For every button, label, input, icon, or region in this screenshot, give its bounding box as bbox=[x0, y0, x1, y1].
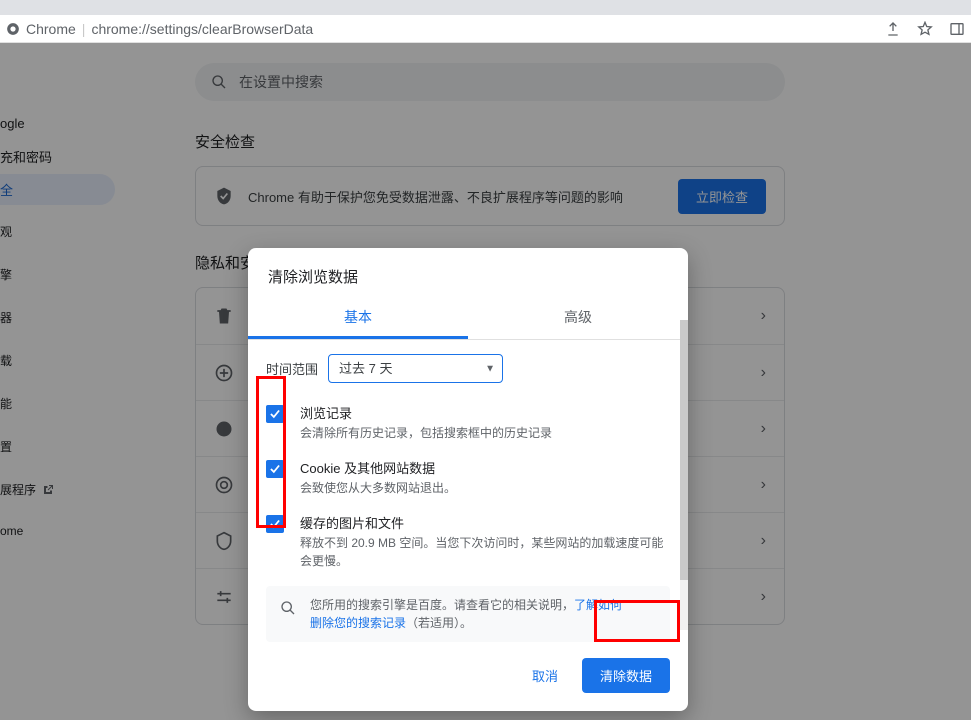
share-icon[interactable] bbox=[885, 21, 901, 37]
clear-data-button[interactable]: 清除数据 bbox=[582, 658, 670, 693]
tab-advanced[interactable]: 高级 bbox=[468, 297, 688, 339]
dialog-tabs: 基本 高级 bbox=[248, 297, 688, 340]
time-range-select[interactable]: 过去 7 天 bbox=[328, 354, 503, 383]
side-panel-icon[interactable] bbox=[949, 21, 965, 37]
site-identity-label[interactable]: Chrome bbox=[26, 21, 76, 37]
tab-basic[interactable]: 基本 bbox=[248, 297, 468, 339]
clear-browsing-data-dialog: 清除浏览数据 基本 高级 时间范围 过去 7 天 ▼ bbox=[248, 248, 688, 711]
search-engine-info: 您所用的搜索引擎是百度。请查看它的相关说明，了解如何删除您的搜索记录（若适用）。 bbox=[266, 586, 670, 642]
option-title: 缓存的图片和文件 bbox=[300, 513, 670, 532]
option-title: 浏览记录 bbox=[300, 403, 552, 422]
time-range-row: 时间范围 过去 7 天 ▼ bbox=[266, 354, 670, 383]
option-desc: 会清除所有历史记录，包括搜索框中的历史记录 bbox=[300, 424, 552, 442]
option-browsing-history[interactable]: 浏览记录 会清除所有历史记录，包括搜索框中的历史记录 bbox=[266, 395, 670, 450]
info-text: 您所用的搜索引擎是百度。请查看它的相关说明，了解如何删除您的搜索记录（若适用）。 bbox=[310, 596, 630, 632]
option-desc: 会致使您从大多数网站退出。 bbox=[300, 479, 456, 497]
info-text-prefix: 您所用的搜索引擎是百度。请查看它的相关说明， bbox=[310, 598, 574, 612]
option-desc: 释放不到 20.9 MB 空间。当您下次访问时，某些网站的加载速度可能会更慢。 bbox=[300, 534, 670, 570]
url-text[interactable]: chrome://settings/clearBrowserData bbox=[91, 21, 313, 37]
settings-page: ogle 充和密码 全 观 擎 器 载 能 置 展程序 ome 在设置中搜索 安… bbox=[0, 43, 971, 720]
checkbox-checked-icon[interactable] bbox=[266, 515, 284, 533]
address-bar: Chrome | chrome://settings/clearBrowserD… bbox=[0, 15, 971, 43]
chrome-logo-icon bbox=[6, 22, 20, 36]
info-text-suffix: （若适用）。 bbox=[406, 616, 472, 630]
dialog-body: 时间范围 过去 7 天 ▼ 浏览记录 会清除所有历史记录，包括搜索框中的历史记录 bbox=[248, 340, 688, 642]
bookmark-star-icon[interactable] bbox=[917, 21, 933, 37]
search-icon bbox=[280, 600, 296, 632]
option-title: Cookie 及其他网站数据 bbox=[300, 458, 456, 477]
checkbox-list: 浏览记录 会清除所有历史记录，包括搜索框中的历史记录 Cookie 及其他网站数… bbox=[266, 395, 670, 578]
checkbox-checked-icon[interactable] bbox=[266, 460, 284, 478]
option-cached-files[interactable]: 缓存的图片和文件 释放不到 20.9 MB 空间。当您下次访问时，某些网站的加载… bbox=[266, 505, 670, 578]
cancel-button[interactable]: 取消 bbox=[518, 658, 572, 693]
tab-strip bbox=[0, 0, 971, 15]
option-cookies[interactable]: Cookie 及其他网站数据 会致使您从大多数网站退出。 bbox=[266, 450, 670, 505]
checkbox-checked-icon[interactable] bbox=[266, 405, 284, 423]
dialog-actions: 取消 清除数据 bbox=[248, 642, 688, 711]
dialog-title: 清除浏览数据 bbox=[248, 248, 688, 297]
time-range-label: 时间范围 bbox=[266, 359, 318, 378]
separator: | bbox=[82, 21, 86, 37]
